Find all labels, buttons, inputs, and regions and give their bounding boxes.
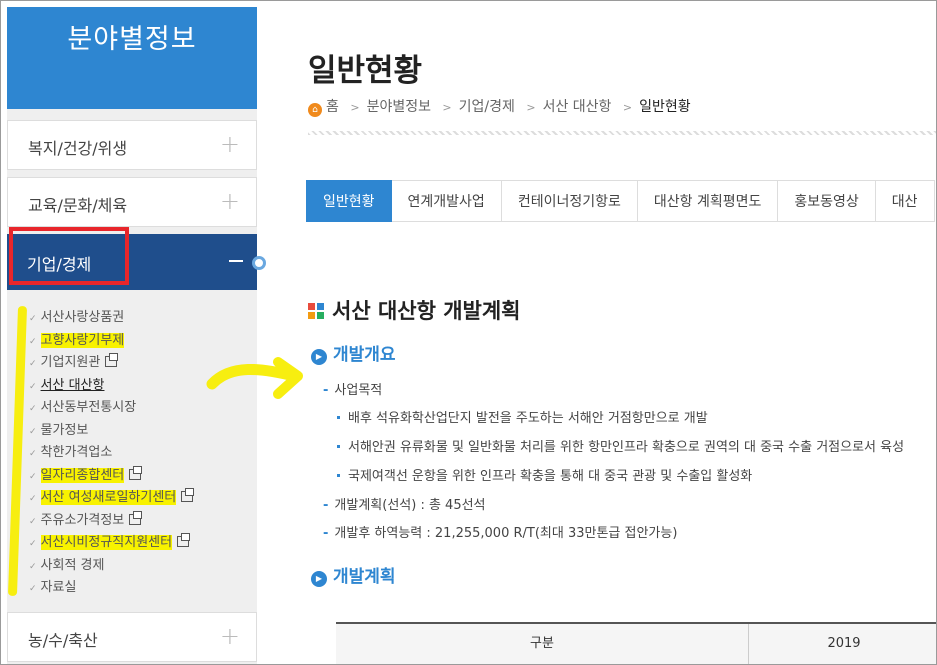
breadcrumb-item[interactable]: 분야별정보 <box>367 99 431 115</box>
section-title: 서산 대산항 개발계획 <box>308 295 521 325</box>
tick-icon: ✓ <box>29 426 37 437</box>
page-title: 일반현황 <box>308 53 423 89</box>
table-header-cell: 2019 <box>827 636 861 651</box>
annotation-arrow-icon <box>206 357 303 399</box>
tick-icon: ✓ <box>29 516 37 527</box>
menu-label: 복지/건강/위생 <box>28 139 128 158</box>
menu-item-welfare[interactable]: 복지/건강/위생 + <box>7 120 257 170</box>
tick-icon: ✓ <box>29 336 37 347</box>
breadcrumb-home[interactable]: 홈 <box>326 99 339 115</box>
tick-icon: ✓ <box>29 404 37 414</box>
tab-more[interactable]: 대산 <box>875 180 935 222</box>
list-item: - 개발후 하역능력 : 21,255,000 R/T(최대 33만톤급 접안가능… <box>323 526 678 541</box>
tab-container-routes[interactable]: 컨테이너정기항로 <box>501 180 638 222</box>
play-circle-icon: ▶ <box>311 571 327 587</box>
tick-icon: ✓ <box>29 494 37 504</box>
bullet-item: 국제여객선 운항을 위한 인프라 확충을 통해 대 중국 관광 및 수출입 활성… <box>337 465 752 484</box>
tab-bar: 일반현황 연계개발사업 컨테이너정기항로 대산항 계획평면도 홍보동영상 대산 <box>306 180 935 222</box>
submenu-item[interactable]: ✓ 자료실 <box>29 577 259 600</box>
menu-item-agriculture[interactable]: 농/수/축산 + <box>7 612 257 662</box>
sidebar: 분야별정보 복지/건강/위생 + 교육/문화/체육 + 기업/경제 ✓ 서산사랑상… <box>7 7 266 664</box>
new-window-icon <box>177 533 191 547</box>
list-item: - 개발계획(선석) : 총 45선석 <box>323 498 486 513</box>
tick-icon: ✓ <box>29 449 37 459</box>
submenu-item[interactable]: ✓ 서산시비정규직지원센터 <box>29 532 259 555</box>
tick-icon: ✓ <box>29 359 37 369</box>
home-icon: ⌂ <box>308 103 322 117</box>
submenu-item[interactable]: ✓ 일자리종합센터 <box>29 465 259 488</box>
submenu-item[interactable]: ✓ 물가정보 <box>29 420 259 443</box>
new-window-icon <box>129 510 143 525</box>
divider <box>308 131 936 135</box>
minus-icon <box>229 260 243 262</box>
new-window-icon <box>181 488 195 502</box>
tick-icon: ✓ <box>29 584 37 594</box>
new-window-icon <box>129 465 143 480</box>
breadcrumb-item[interactable]: 서산 대산항 <box>543 99 612 115</box>
tick-icon: ✓ <box>29 381 37 392</box>
tab-promo-video[interactable]: 홍보동영상 <box>778 180 876 222</box>
table-header-cell: 구분 <box>336 624 749 664</box>
submenu-item[interactable]: ✓ 서산 여성새로일하기센터 <box>29 487 259 510</box>
plus-icon: + <box>219 622 240 650</box>
tick-icon: ✓ <box>29 314 37 324</box>
menu-label: 교육/문화/체육 <box>28 196 128 215</box>
new-window-icon <box>105 353 119 367</box>
squares-icon <box>308 303 324 319</box>
subsection-title: ▶ 개발계획 <box>311 562 396 587</box>
menu-item-education[interactable]: 교육/문화/체육 + <box>7 177 257 227</box>
tab-general[interactable]: 일반현황 <box>306 180 392 222</box>
sidebar-title: 분야별정보 <box>67 24 197 55</box>
breadcrumb-item[interactable]: 기업/경제 <box>459 99 515 115</box>
tick-icon: ✓ <box>29 471 37 482</box>
submenu-item[interactable]: ✓ 고향사랑기부제 <box>29 330 259 353</box>
tab-linked-development[interactable]: 연계개발사업 <box>391 180 502 222</box>
plus-icon: + <box>219 187 240 215</box>
bullet-item: 서해안권 유류화물 및 일반화물 처리를 위한 항만인프라 확충으로 권역의 대… <box>337 436 904 455</box>
plan-table-header: 구분 2019 <box>336 622 936 664</box>
list-item: - 사업목적 <box>323 383 383 398</box>
chevron-right-icon: > <box>526 101 536 114</box>
submenu-item[interactable]: ✓ 주유소가격정보 <box>29 510 259 533</box>
chevron-right-icon: > <box>622 101 633 114</box>
submenu-item[interactable]: ✓ 서산사랑상품권 <box>29 307 259 330</box>
bullet-item: 배후 석유화학산업단지 발전을 주도하는 서해안 거점항만으로 개발 <box>337 407 708 426</box>
annotation-red-box <box>9 227 129 285</box>
submenu-item[interactable]: ✓ 사회적 경제 <box>29 555 259 578</box>
tick-icon: ✓ <box>29 561 37 572</box>
tab-plan-map[interactable]: 대산항 계획평면도 <box>637 180 779 222</box>
plus-icon: + <box>219 130 240 158</box>
menu-label: 농/수/축산 <box>28 631 98 650</box>
subsection-title: ▶ 개발개요 <box>311 340 396 365</box>
active-indicator-icon <box>252 256 266 270</box>
chevron-right-icon: > <box>442 101 452 114</box>
browser-frame: 분야별정보 복지/건강/위생 + 교육/문화/체육 + 기업/경제 ✓ 서산사랑상… <box>0 0 937 665</box>
sidebar-header: 분야별정보 <box>7 7 257 109</box>
submenu-item[interactable]: ✓ 착한가격업소 <box>29 442 259 465</box>
breadcrumb-current: 일반현황 <box>639 99 691 115</box>
play-circle-icon: ▶ <box>311 349 327 365</box>
submenu-list: ✓ 서산사랑상품권 ✓ 고향사랑기부제 ✓ 기업지원관 ✓ 서산 대산항 ✓ 서산동부전통… <box>29 307 259 600</box>
breadcrumb: ⌂ 홈 > 분야별정보 > 기업/경제 > 서산 대산항 > 일반현황 <box>308 96 691 117</box>
chevron-right-icon: > <box>350 101 360 114</box>
tick-icon: ✓ <box>29 539 37 549</box>
